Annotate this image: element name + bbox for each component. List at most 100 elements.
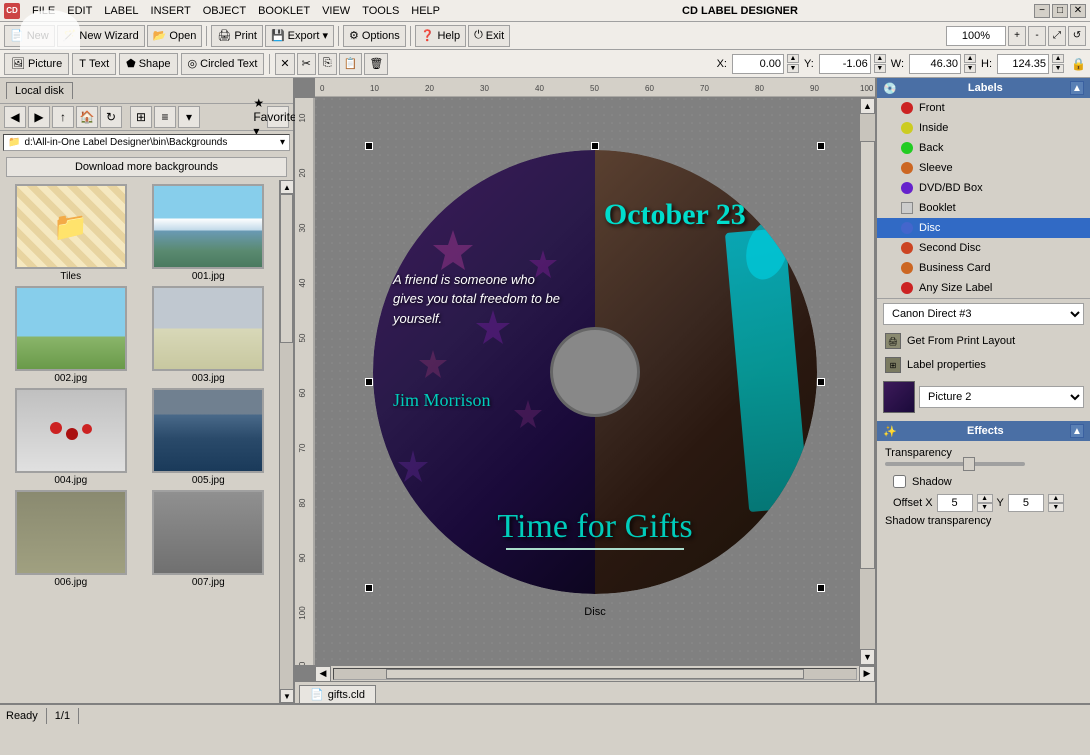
view-list-button[interactable]: ≡ [154,106,176,128]
label-item-booklet[interactable]: Booklet [877,198,1090,218]
local-disk-tab[interactable]: Local disk [6,82,73,99]
picture-tool-button[interactable]: 🖼 Picture [4,53,69,75]
offset-x-up[interactable]: ▲ [977,494,993,503]
y-down[interactable]: ▼ [874,64,886,73]
minimize-button[interactable]: − [1034,4,1050,18]
printer-select[interactable]: Canon Direct #3 [883,303,1084,325]
vscroll-down[interactable]: ▼ [860,649,875,665]
zoom-out-button[interactable]: - [1028,26,1046,46]
shape-tool-button[interactable]: ⬟ Shape [119,53,177,75]
help-button[interactable]: ❓ Help [415,25,466,47]
label-item-second-disc[interactable]: Second Disc [877,238,1090,258]
picture-select[interactable]: Picture 2 [919,386,1084,408]
x-down[interactable]: ▼ [787,64,799,73]
effects-collapse-button[interactable]: ▲ [1070,424,1084,438]
label-item-dvd[interactable]: DVD/BD Box [877,178,1090,198]
get-from-print-layout-button[interactable]: 🖨 Get From Print Layout [877,329,1090,353]
x-input[interactable] [732,54,784,74]
nav-home-button[interactable]: 🏠 [76,106,98,128]
handle-tm[interactable] [591,142,599,150]
h-down[interactable]: ▼ [1052,64,1064,73]
handle-bl[interactable] [365,584,373,592]
nav-forward-button[interactable]: ▶ [28,106,50,128]
label-item-business-card[interactable]: Business Card [877,258,1090,278]
handle-ml[interactable] [365,378,373,386]
label-item-any-size[interactable]: Any Size Label [877,278,1090,298]
label-item-disc[interactable]: Disc [877,218,1090,238]
delete-tool[interactable]: 🗑 [364,53,388,75]
view-dropdown-button[interactable]: ▾ [178,106,200,128]
w-down[interactable]: ▼ [964,64,976,73]
paste-tool[interactable]: 📋 [339,53,363,75]
menu-view[interactable]: VIEW [316,3,356,19]
zoom-fit-button[interactable]: ⤢ [1048,26,1066,46]
disc-bottom-text[interactable]: Time for Gifts [497,508,692,546]
label-item-inside[interactable]: Inside [877,118,1090,138]
vscroll-thumb[interactable] [860,141,875,569]
list-item[interactable]: 006.jpg [4,490,138,588]
menu-booklet[interactable]: BOOKLET [252,3,316,19]
menu-tools[interactable]: TOOLS [356,3,405,19]
list-item[interactable]: 007.jpg [142,490,276,588]
w-input[interactable] [909,54,961,74]
list-item[interactable]: 004.jpg [4,388,138,486]
offset-x-down[interactable]: ▼ [977,503,993,512]
handle-mr[interactable] [817,378,825,386]
h-up[interactable]: ▲ [1052,54,1064,63]
label-item-back[interactable]: Back [877,138,1090,158]
select-tool[interactable]: ✕ [275,53,294,75]
menu-object[interactable]: OBJECT [197,3,252,19]
favorites-button[interactable]: ★ Favorites ▾ [267,106,289,128]
labels-collapse-button[interactable]: ▲ [1070,81,1084,95]
list-item[interactable]: 📁 Tiles [4,184,138,282]
scroll-thumb[interactable] [280,194,293,343]
open-button[interactable]: 📂 Open [147,25,203,47]
list-item[interactable]: 002.jpg [4,286,138,384]
hscroll-left[interactable]: ◀ [315,666,331,682]
x-up[interactable]: ▲ [787,54,799,63]
circled-text-button[interactable]: ◎ Circled Text [181,53,265,75]
nav-back-button[interactable]: ◀ [4,106,26,128]
offset-y-down[interactable]: ▼ [1048,503,1064,512]
zoom-in-button[interactable]: + [1008,26,1026,46]
vscroll-up[interactable]: ▲ [860,98,875,114]
menu-label[interactable]: LABEL [98,3,144,19]
zoom-reset-button[interactable]: ↺ [1068,26,1086,46]
label-properties-button[interactable]: ⊞ Label properties [877,353,1090,377]
label-item-sleeve[interactable]: Sleeve [877,158,1090,178]
disc-author[interactable]: Jim Morrison [393,390,491,411]
handle-tr[interactable] [817,142,825,150]
y-input[interactable] [819,54,871,74]
hscroll-thumb[interactable] [386,669,804,679]
export-button[interactable]: 💾 Export ▾ [265,25,334,47]
exit-button[interactable]: ⏻ Exit [468,25,510,47]
offset-y-input[interactable] [1008,494,1044,512]
w-up[interactable]: ▲ [964,54,976,63]
handle-br[interactable] [817,584,825,592]
scroll-up-button[interactable]: ▲ [280,180,293,194]
download-backgrounds-button[interactable]: Download more backgrounds [6,157,287,177]
list-item[interactable]: 003.jpg [142,286,276,384]
menu-insert[interactable]: INSERT [145,3,197,19]
list-item[interactable]: 005.jpg [142,388,276,486]
h-input[interactable] [997,54,1049,74]
maximize-button[interactable]: □ [1052,4,1068,18]
nav-up-button[interactable]: ↑ [52,106,74,128]
y-up[interactable]: ▲ [874,54,886,63]
menu-help[interactable]: HELP [405,3,446,19]
cut-tool[interactable]: ✂ [297,53,316,75]
text-tool-button[interactable]: T Text [72,53,116,75]
disc-title[interactable]: October 23 [604,198,746,232]
file-tab[interactable]: 📄 gifts.cld [299,685,376,703]
view-icons-button[interactable]: ⊞ [130,106,152,128]
disc-quote[interactable]: A friend is someone who gives you total … [393,270,568,329]
hscroll-right[interactable]: ▶ [859,666,875,682]
copy-tool[interactable]: ⎘ [318,53,337,75]
path-dropdown-icon[interactable]: ▾ [280,137,285,148]
offset-y-up[interactable]: ▲ [1048,494,1064,503]
transparency-thumb[interactable] [963,457,975,471]
print-button[interactable]: 🖨 Print [211,25,263,47]
handle-tl[interactable] [365,142,373,150]
list-item[interactable]: 001.jpg [142,184,276,282]
shadow-checkbox[interactable] [893,475,906,488]
